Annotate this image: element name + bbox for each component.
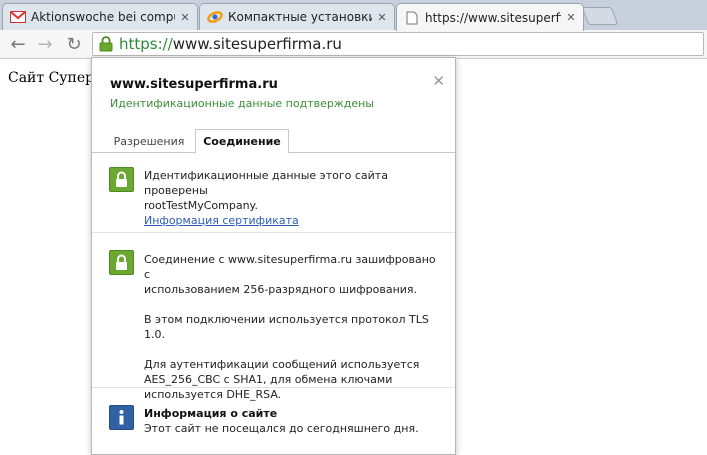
- url-scheme: https://: [119, 35, 173, 53]
- connection-p3a: Для аутентификации сообщений используетс…: [144, 358, 420, 371]
- identity-text: Идентификационные данные этого сайта про…: [144, 168, 444, 228]
- connection-p2: В этом подключении используется протокол…: [144, 313, 429, 341]
- site-info-popup: www.sitesuperfirma.ru Идентификационные …: [91, 57, 456, 455]
- tab-gmail[interactable]: Aktionswoche bei computer ✕: [2, 3, 198, 30]
- site-info-desc: Этот сайт не посещался до сегодняшнего д…: [144, 422, 419, 435]
- toolbar: ← → ↻ https://www.sitesuperfirma.ru: [0, 30, 707, 59]
- lock-icon: [109, 250, 134, 275]
- close-tab-icon[interactable]: ✕: [565, 11, 577, 24]
- popup-host: www.sitesuperfirma.ru: [110, 77, 278, 92]
- connection-section: Соединение с www.sitesuperfirma.ru зашиф…: [92, 232, 455, 401]
- close-tab-icon[interactable]: ✕: [376, 11, 388, 24]
- forward-button[interactable]: →: [33, 32, 57, 56]
- popup-tabs: Разрешения Соединение: [92, 128, 455, 154]
- back-arrow-icon: ←: [10, 33, 26, 55]
- certificate-info-link[interactable]: Информация сертификата: [144, 214, 299, 227]
- site-info-text: Информация о сайте Этот сайт не посещалс…: [144, 406, 444, 436]
- connection-p1b: использованием 256-разрядного шифрования…: [144, 283, 418, 296]
- connection-text: Соединение с www.sitesuperfirma.ru зашиф…: [144, 252, 444, 402]
- close-icon[interactable]: ✕: [432, 72, 445, 90]
- tab-title: Aktionswoche bei computer: [31, 10, 175, 24]
- forward-arrow-icon: →: [37, 33, 53, 55]
- info-icon: [109, 405, 134, 430]
- page-icon: [404, 10, 420, 26]
- tab-active[interactable]: https://www.sitesuperfirma ✕: [396, 3, 584, 31]
- new-tab-button[interactable]: [581, 7, 619, 25]
- tab-title: https://www.sitesuperfirma: [425, 10, 561, 25]
- url-host: www.sitesuperfirma.ru: [172, 35, 342, 53]
- lock-icon: [109, 167, 134, 192]
- tab-compact[interactable]: Компактные установки fr ✕: [199, 3, 395, 30]
- identity-line2: rootTestMyCompany.: [144, 199, 258, 212]
- identity-verified-text: Идентификационные данные подтверждены: [110, 97, 374, 110]
- tab-title: Компактные установки fr: [228, 10, 372, 24]
- identity-line1: Идентификационные данные этого сайта про…: [144, 169, 388, 197]
- connection-p1a: Соединение с www.sitesuperfirma.ru зашиф…: [144, 253, 436, 281]
- close-tab-icon[interactable]: ✕: [179, 11, 191, 24]
- back-button[interactable]: ←: [6, 32, 30, 56]
- tab-strip: Aktionswoche bei computer ✕ Компактные у…: [0, 0, 707, 31]
- page-text: Сайт Супер: [8, 70, 95, 86]
- site-info-title: Информация о сайте: [144, 407, 278, 420]
- gmail-icon: [10, 9, 26, 25]
- reload-icon: ↻: [66, 33, 82, 55]
- tab-connection[interactable]: Соединение: [195, 129, 289, 154]
- tab-permissions[interactable]: Разрешения: [106, 129, 192, 153]
- identity-section: Идентификационные данные этого сайта про…: [92, 154, 455, 232]
- lock-icon[interactable]: [99, 36, 113, 52]
- orange-swirl-icon: [207, 9, 223, 25]
- reload-button[interactable]: ↻: [62, 32, 86, 56]
- site-info-section: Информация о сайте Этот сайт не посещалс…: [92, 387, 455, 454]
- address-bar[interactable]: https://www.sitesuperfirma.ru: [92, 32, 704, 56]
- connection-p3b: AES_256_CBC с SHA1, для обмена ключами: [144, 373, 393, 386]
